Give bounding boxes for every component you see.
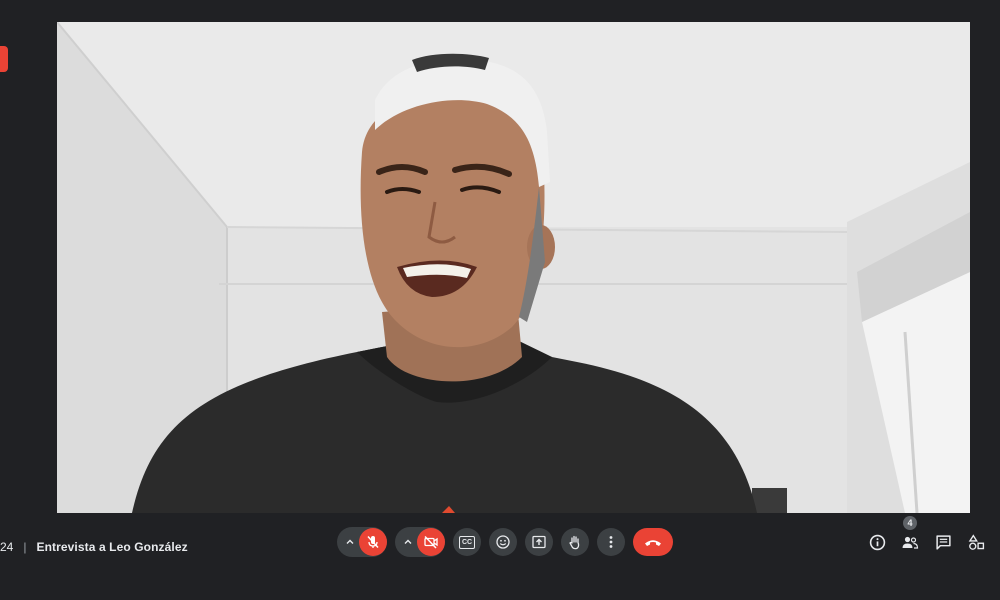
activities-button[interactable] (966, 527, 986, 557)
meeting-details: 24 | Entrevista a Leo González (0, 535, 188, 559)
info-icon (869, 534, 885, 550)
emoji-icon (496, 535, 510, 549)
more-options-button[interactable] (597, 528, 625, 556)
emoji-reaction-button[interactable] (489, 528, 517, 556)
camera-control-group (395, 527, 445, 557)
present-screen-button[interactable] (525, 528, 553, 556)
call-controls: CC (337, 527, 673, 557)
end-call-icon (645, 540, 661, 546)
mic-control-group (337, 527, 387, 557)
meeting-toolbar: 24 | Entrevista a Leo González CC 4 (0, 513, 1000, 600)
camera-toggle-button[interactable] (417, 528, 445, 556)
participant-count-badge: 4 (903, 516, 917, 530)
chat-button[interactable] (933, 527, 953, 557)
participant-video-frame (57, 22, 970, 513)
leave-call-button[interactable] (633, 528, 673, 556)
captions-icon: CC (458, 535, 476, 549)
meeting-title: Entrevista a Leo González (36, 540, 188, 554)
participant-video-tile (57, 22, 970, 513)
microphone-toggle-button[interactable] (359, 528, 387, 556)
recording-indicator (0, 46, 8, 72)
camera-off-icon (424, 535, 438, 549)
meeting-details-button[interactable] (867, 527, 887, 557)
present-screen-icon (532, 535, 546, 549)
side-panel-controls: 4 (867, 516, 986, 557)
people-icon (902, 536, 919, 549)
camera-options-chevron-up-icon[interactable] (401, 527, 415, 557)
mic-options-chevron-up-icon[interactable] (343, 527, 357, 557)
activities-icon (968, 533, 984, 550)
raise-hand-icon (569, 535, 580, 550)
meeting-time: 24 (0, 540, 14, 554)
mic-off-icon (367, 535, 379, 549)
more-options-icon (609, 536, 613, 548)
captions-button[interactable]: CC (453, 528, 481, 556)
chat-icon (935, 534, 951, 550)
meeting-separator: | (23, 540, 27, 554)
raise-hand-button[interactable] (561, 528, 589, 556)
people-button[interactable]: 4 (900, 516, 920, 557)
